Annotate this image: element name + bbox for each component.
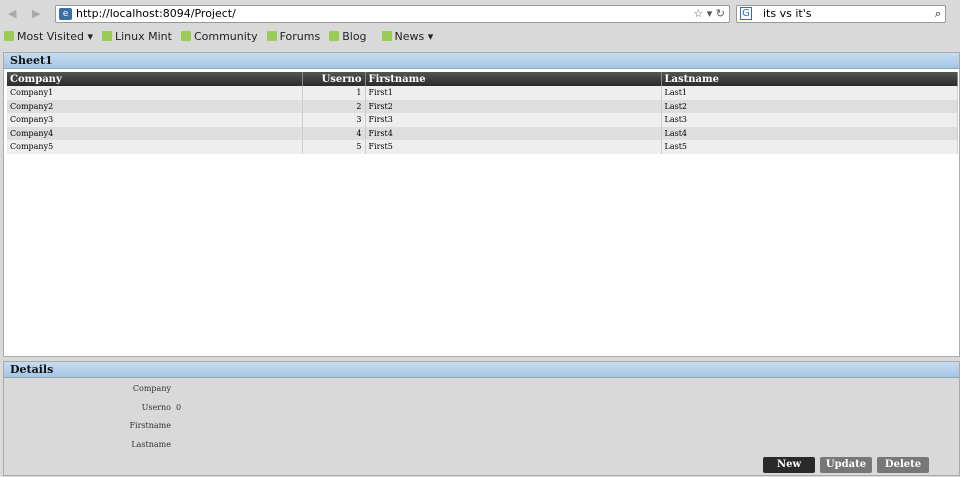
search-text: its vs it's	[763, 7, 812, 20]
table-cell: First1	[365, 86, 662, 100]
table-cell: First2	[365, 99, 662, 113]
table-cell: First5	[365, 140, 662, 154]
delete-button[interactable]: Delete	[877, 457, 929, 473]
table-row[interactable]: Company4 4 First4 Last4	[7, 126, 958, 140]
site-icon: e	[59, 8, 72, 20]
field-label: Company	[132, 384, 171, 393]
sheet-panel: Sheet1 Company Userno Firstname Lastname…	[3, 52, 960, 357]
col-company[interactable]: Company	[7, 72, 303, 86]
browser-toolbar: ◀ ▶ e http://localhost:8094/Project/ ☆ ▾ ↻…	[0, 0, 960, 28]
search-input[interactable]: Gits vs it's ⌕	[736, 5, 946, 23]
col-lastname[interactable]: Lastname	[661, 72, 958, 86]
details-title: Details	[4, 362, 959, 378]
url-text: http://localhost:8094/Project/	[76, 7, 236, 20]
details-panel: Details Company Userno 0 Firstname Lastname …	[3, 361, 960, 476]
bookmark-forums[interactable]: Forums	[266, 30, 320, 46]
table-cell: Company1	[7, 86, 303, 100]
table-cell: Company4	[7, 126, 303, 140]
field-label: Lastname	[131, 439, 171, 449]
table-cell: Company2	[7, 99, 303, 113]
col-userno[interactable]: Userno	[302, 72, 366, 86]
bookmark-linux-mint[interactable]: Linux Mint	[101, 30, 172, 46]
table-row[interactable]: Company1 1 First1 Last1	[7, 86, 958, 100]
table-cell: First3	[365, 113, 662, 127]
bookmark-news[interactable]: News ▾	[381, 30, 433, 46]
table-row[interactable]: Company5 5 First5 Last5	[7, 140, 958, 154]
search-icon[interactable]: ⌕	[935, 6, 941, 22]
table-cell: Company5	[7, 140, 303, 154]
field-label: Userno	[141, 402, 171, 412]
table-cell: Last2	[661, 99, 958, 113]
new-button[interactable]: New	[763, 457, 815, 473]
col-firstname[interactable]: Firstname	[365, 72, 662, 86]
google-icon: G	[740, 7, 752, 20]
table-cell: 4	[302, 126, 366, 140]
table-cell: 1	[302, 86, 366, 100]
bookmark-blog[interactable]: Blog	[329, 30, 367, 46]
table-cell: Company3	[7, 113, 303, 127]
sheet-title: Sheet1	[4, 53, 959, 69]
url-bar[interactable]: e http://localhost:8094/Project/ ☆ ▾ ↻	[55, 5, 730, 23]
table-row[interactable]: Company3 3 First3 Last3	[7, 113, 958, 127]
field-value[interactable]: 0	[176, 403, 181, 412]
table-cell: 5	[302, 140, 366, 154]
reload-icon[interactable]: ☆ ▾ ↻	[693, 6, 725, 22]
table-cell: 2	[302, 99, 366, 113]
table-cell: Last1	[661, 86, 958, 100]
update-button[interactable]: Update	[820, 457, 872, 473]
table-cell: Last4	[661, 126, 958, 140]
field-label: Firstname	[129, 421, 172, 430]
table-cell: First4	[365, 126, 662, 140]
bookmark-most-visited[interactable]: Most Visited ▾	[4, 30, 93, 46]
bookmarks-bar: Most Visited ▾ Linux Mint Community Foru…	[4, 30, 433, 46]
forward-icon[interactable]: ▶	[32, 7, 40, 20]
back-icon[interactable]: ◀	[8, 7, 16, 20]
table-row[interactable]: Company2 2 First2 Last2	[7, 99, 958, 113]
table-cell: Last5	[661, 140, 958, 154]
data-grid: Company Userno Firstname Lastname Compan…	[7, 72, 958, 154]
bookmark-community[interactable]: Community	[180, 30, 258, 46]
table-cell: 3	[302, 113, 366, 127]
table-cell: Last3	[661, 113, 958, 127]
